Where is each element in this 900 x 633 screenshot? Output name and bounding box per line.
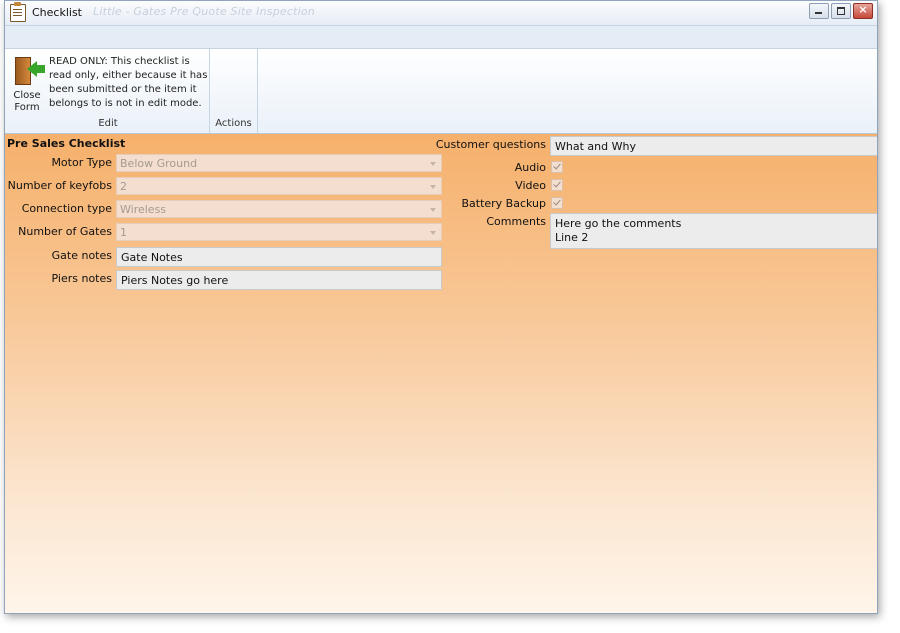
- piers-notes-label: Piers notes: [51, 272, 112, 285]
- piers-notes-field[interactable]: Piers Notes go here: [116, 270, 442, 290]
- ribbon: Close Form READ ONLY: This checklist is …: [5, 49, 877, 134]
- gate-notes-label: Gate notes: [51, 249, 112, 262]
- chevron-down-icon: [430, 231, 436, 235]
- connection-type-combo[interactable]: Wireless: [116, 200, 442, 218]
- window-title: Checklist: [32, 6, 82, 19]
- customer-questions-field[interactable]: What and Why: [550, 136, 877, 156]
- number-of-gates-value: 1: [120, 226, 127, 239]
- checklist-icon: [10, 2, 26, 22]
- connection-type-label: Connection type: [21, 202, 112, 215]
- keyfobs-label: Number of keyfobs: [7, 179, 112, 192]
- video-label: Video: [515, 179, 546, 192]
- minimize-button[interactable]: [809, 3, 829, 19]
- video-checkbox[interactable]: [551, 179, 563, 191]
- maximize-icon: [837, 7, 845, 15]
- audio-label: Audio: [514, 161, 546, 174]
- audio-checkbox[interactable]: [551, 161, 563, 173]
- close-icon: ×: [858, 3, 868, 16]
- group-label-edit: Edit: [98, 118, 118, 129]
- connection-type-value: Wireless: [120, 203, 167, 216]
- comments-line-1: Here go the comments: [555, 217, 682, 230]
- maximize-button[interactable]: [831, 3, 851, 19]
- comments-label: Comments: [486, 215, 546, 228]
- keyfobs-combo[interactable]: 2: [116, 177, 442, 195]
- comments-line-2: Line 2: [555, 231, 589, 244]
- close-form-button[interactable]: Close Form: [9, 53, 45, 113]
- number-of-gates-label: Number of Gates: [18, 225, 112, 238]
- exit-arrow-tail: [36, 65, 45, 73]
- ribbon-group-actions: Actions: [210, 49, 258, 133]
- battery-backup-label: Battery Backup: [461, 197, 546, 210]
- group-label-actions: Actions: [215, 118, 252, 129]
- title-bar[interactable]: Checklist Little - Gates Pre Quote Site …: [5, 1, 877, 26]
- customer-questions-label: Customer questions: [435, 138, 546, 151]
- motor-type-value: Below Ground: [120, 157, 198, 170]
- motor-type-combo[interactable]: Below Ground: [116, 154, 442, 172]
- checklist-form: Pre Sales Checklist Motor Type Below Gro…: [5, 134, 877, 613]
- readonly-message: READ ONLY: This checklist is read only, …: [49, 56, 208, 109]
- comments-field[interactable]: Here go the comments Line 2: [550, 213, 877, 249]
- number-of-gates-combo[interactable]: 1: [116, 223, 442, 241]
- gate-notes-field[interactable]: Gate Notes: [116, 247, 442, 267]
- keyfobs-value: 2: [120, 180, 127, 193]
- battery-backup-checkbox[interactable]: [551, 197, 563, 209]
- close-form-label: Close Form: [13, 90, 41, 113]
- background-window-title: Little - Gates Pre Quote Site Inspection: [93, 5, 315, 18]
- section-title: Pre Sales Checklist: [7, 137, 126, 150]
- checklist-window: Checklist Little - Gates Pre Quote Site …: [4, 0, 878, 614]
- motor-type-label: Motor Type: [51, 156, 112, 169]
- close-window-button[interactable]: ×: [853, 3, 873, 19]
- minimize-icon: [815, 12, 822, 14]
- toolbar-strip: [5, 26, 877, 49]
- ribbon-group-edit: Close Form READ ONLY: This checklist is …: [7, 49, 210, 133]
